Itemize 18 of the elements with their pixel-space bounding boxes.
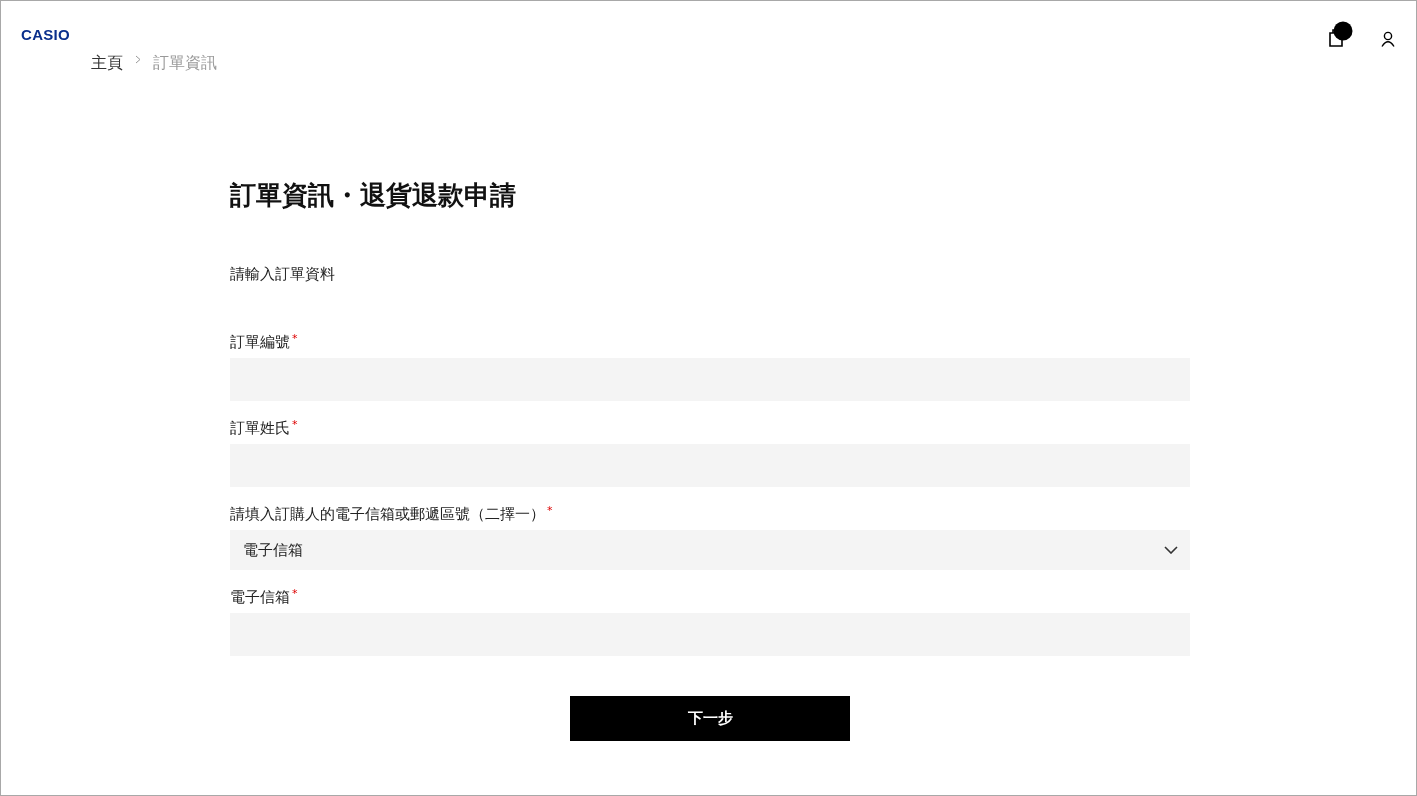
required-mark: * <box>547 505 553 519</box>
page-title: 訂單資訊・退貨退款申請 <box>230 179 517 212</box>
chevron-icon <box>135 55 141 64</box>
field-label: 請填入訂購人的電子信箱或郵遞區號（二擇一） <box>230 505 545 524</box>
required-mark: * <box>292 333 298 347</box>
intro-text: 請輸入訂單資料 <box>230 265 336 284</box>
shopping-bag-icon[interactable] <box>1329 21 1353 47</box>
next-button[interactable]: 下一步 <box>570 696 850 741</box>
breadcrumb-link[interactable]: 主頁 <box>91 53 123 74</box>
required-mark: * <box>292 588 298 602</box>
field-label: 電子信箱 <box>230 588 290 607</box>
logo[interactable]: CASIO <box>21 25 70 43</box>
dropdown[interactable]: 電子信箱 <box>230 530 1190 570</box>
chevron-down-icon <box>1164 546 1178 554</box>
field-label: 訂單編號 <box>230 333 290 352</box>
required-mark: * <box>292 419 298 433</box>
field-label: 訂單姓氏 <box>230 419 290 438</box>
user-icon[interactable] <box>1381 31 1395 47</box>
